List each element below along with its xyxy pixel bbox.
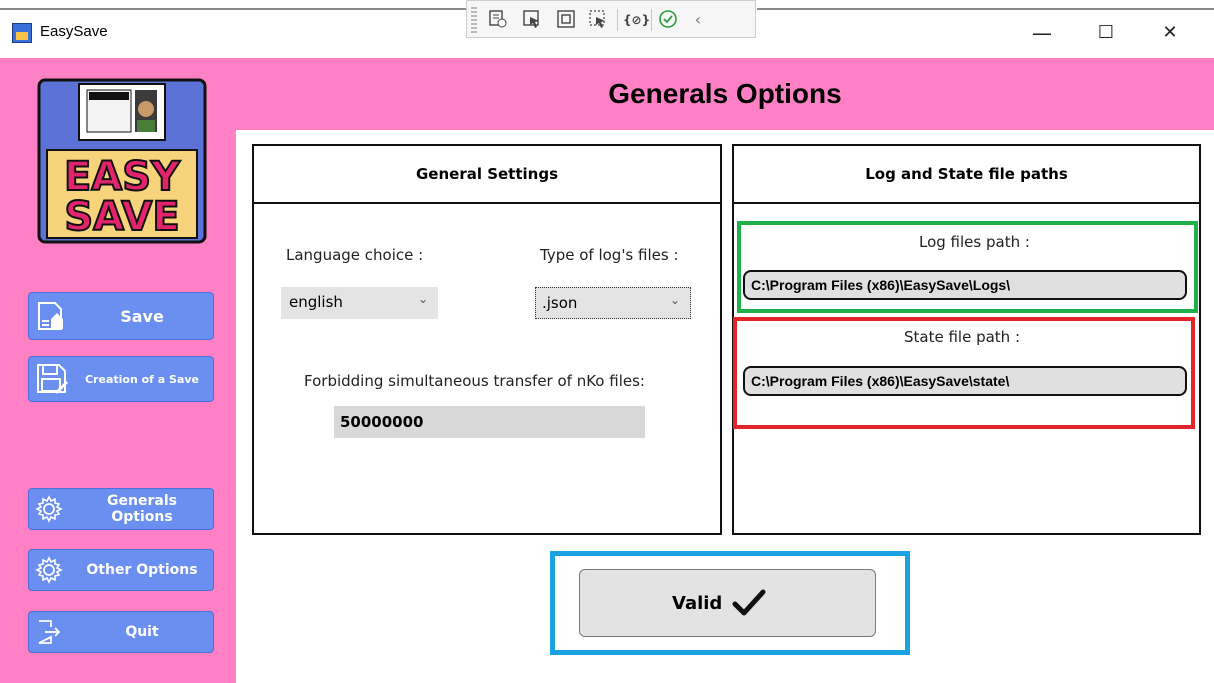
separator — [651, 9, 652, 31]
sidebar-item-generals-options[interactable]: Generals Options — [28, 488, 214, 530]
checkmark-icon — [732, 588, 766, 618]
separator — [617, 9, 618, 31]
logo-word-save: SAVE — [64, 194, 179, 240]
maximize-button[interactable]: ☐ — [1086, 18, 1126, 48]
sidebar-item-quit[interactable]: Quit — [28, 611, 214, 653]
app-logo: EASY SAVE — [37, 78, 207, 244]
chevron-down-icon: ⌄ — [669, 293, 680, 307]
floppy-edit-icon — [35, 362, 69, 396]
valid-label: Valid — [672, 593, 723, 614]
live-visual-tree-icon[interactable] — [487, 9, 509, 31]
sidebar-item-label: Save — [120, 306, 164, 326]
log-path-input[interactable]: C:\Program Files (x86)\EasySave\Logs\ — [743, 270, 1187, 300]
app-icon — [12, 23, 32, 43]
debug-toolbar: {⊘} ‹ — [466, 0, 756, 38]
forbid-label: Forbidding simultaneous transfer of nKo … — [304, 372, 645, 390]
page-header: Generals Options — [236, 58, 1214, 130]
sidebar-item-other-options[interactable]: Other Options — [28, 549, 214, 591]
state-path-label: State file path : — [904, 328, 1021, 346]
state-path-value: C:\Program Files (x86)\EasySave\state\ — [751, 373, 1010, 389]
collapse-toolbar-icon[interactable]: ‹ — [687, 9, 709, 31]
window-title: EasySave — [40, 23, 108, 40]
panel-heading: General Settings — [254, 146, 720, 204]
gear-icon — [35, 495, 63, 523]
sidebar-item-creation-of-a-save[interactable]: Creation of a Save — [28, 356, 214, 402]
language-select[interactable]: english ⌄ — [281, 287, 438, 319]
divider — [757, 8, 1214, 10]
sidebar-item-label: Quit — [125, 624, 159, 640]
binding-failures-icon[interactable]: {⊘} — [623, 9, 650, 31]
forbid-size-input[interactable]: 50000000 — [334, 406, 645, 438]
display-layout-adorners-icon[interactable] — [555, 9, 577, 31]
exit-icon — [35, 618, 63, 646]
log-type-select[interactable]: .json ⌄ — [535, 287, 691, 319]
divider — [0, 8, 466, 10]
close-button[interactable]: ✕ — [1150, 18, 1190, 48]
track-focused-element-icon[interactable] — [587, 9, 609, 31]
log-type-value: .json — [542, 294, 578, 312]
sidebar-item-label: Other Options — [86, 562, 198, 578]
language-value: english — [289, 293, 343, 311]
gear-icon — [35, 556, 63, 584]
title-bar: EasySave {⊘} ‹ — ☐ ✕ — [0, 0, 1214, 58]
chevron-down-icon: ⌄ — [417, 292, 428, 306]
save-page-icon — [35, 299, 69, 333]
log-type-label: Type of log's files : — [540, 246, 679, 264]
forbid-size-value: 50000000 — [340, 413, 424, 431]
general-settings-panel: General Settings — [252, 144, 722, 535]
log-path-label: Log files path : — [919, 233, 1030, 251]
valid-button[interactable]: Valid — [579, 569, 876, 637]
hot-reload-ok-icon[interactable] — [657, 9, 679, 31]
page-title: Generals Options — [608, 78, 842, 109]
state-path-input[interactable]: C:\Program Files (x86)\EasySave\state\ — [743, 366, 1187, 396]
sidebar-item-save[interactable]: Save — [28, 292, 214, 340]
sidebar-item-label: Creation of a Save — [84, 372, 200, 386]
panel-heading: Log and State file paths — [734, 146, 1199, 204]
minimize-button[interactable]: — — [1022, 18, 1062, 48]
drag-handle[interactable] — [471, 7, 477, 33]
log-path-value: C:\Program Files (x86)\EasySave\Logs\ — [751, 277, 1011, 293]
language-label: Language choice : — [286, 246, 424, 264]
sidebar-item-label: Generals Options — [107, 493, 177, 525]
select-element-icon[interactable] — [521, 9, 543, 31]
